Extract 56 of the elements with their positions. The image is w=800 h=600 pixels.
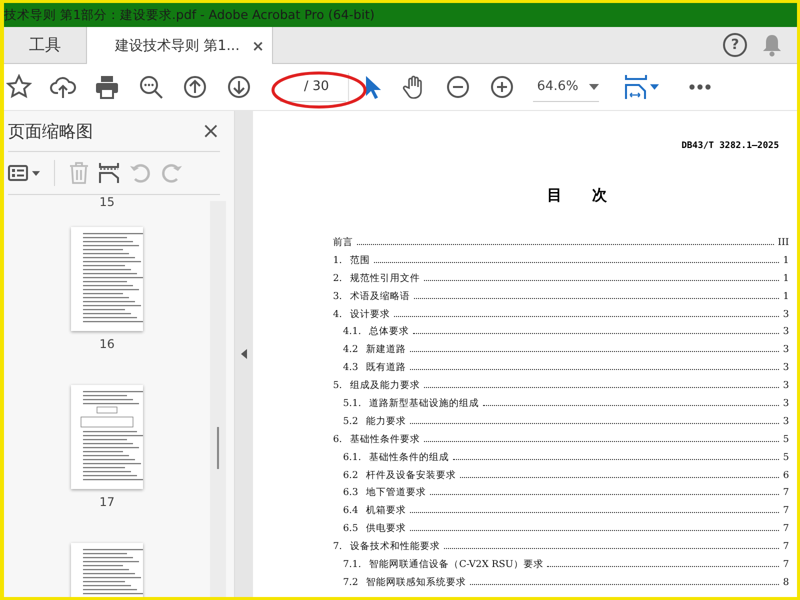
panel-title: 页面缩略图: [8, 120, 93, 142]
zoom-search-icon[interactable]: [138, 74, 164, 100]
toc-entry[interactable]: 1. 范围 1: [333, 254, 789, 272]
toc-entry[interactable]: 3. 术语及缩略语 1: [333, 290, 789, 308]
toc-entry[interactable]: 7. 设备技术和性能要求 7: [333, 540, 789, 558]
toc-entry[interactable]: 7.1. 智能网联通信设备（C-V2X RSU）要求 7: [333, 558, 789, 576]
collapse-arrow-icon: [241, 349, 247, 359]
zoom-dropdown[interactable]: 64.6%: [533, 72, 599, 102]
star-icon[interactable]: [6, 74, 32, 100]
toc-entry[interactable]: 6.4 机箱要求 7: [333, 504, 789, 522]
toc-entry[interactable]: 4. 设计要求 3: [333, 308, 789, 326]
zoom-out-icon[interactable]: [445, 74, 471, 100]
zoom-in-icon[interactable]: [489, 74, 515, 100]
toc-entry[interactable]: 前言 III: [333, 236, 789, 254]
page-label: 16: [99, 337, 115, 351]
document-title: 目 次: [547, 186, 607, 205]
options-menu-button[interactable]: [8, 165, 40, 181]
page-thumbnail[interactable]: [71, 385, 143, 489]
page-thumbnail[interactable]: [71, 227, 143, 331]
page-label: 15: [99, 195, 115, 209]
more-icon[interactable]: [689, 84, 711, 90]
pointer-icon[interactable]: [363, 74, 383, 100]
toc-entry[interactable]: 4.2 新建道路 3: [333, 343, 789, 362]
toc-entry[interactable]: 4.3 既有道路 3: [333, 361, 789, 380]
cloud-upload-icon[interactable]: [50, 74, 76, 100]
arrow-down-icon[interactable]: [226, 74, 252, 100]
toc-entry[interactable]: 2. 规范性引用文件 1: [333, 272, 789, 290]
tab[interactable]: 建设技术导则 第1... ×: [86, 27, 274, 64]
insert-page-icon[interactable]: [99, 162, 119, 184]
list-icon: [8, 165, 28, 181]
toc-entry[interactable]: 5.2 能力要求 3: [333, 414, 789, 433]
toc-entry[interactable]: 5.1. 道路新型基础设施的组成 3: [333, 397, 789, 415]
caret-icon: [32, 170, 40, 176]
print-icon[interactable]: [94, 74, 120, 100]
toc-entry[interactable]: 6.2 杆件及设备安装要求 6: [333, 468, 789, 486]
toc-entry[interactable]: 6. 基础性条件要求 5: [333, 432, 789, 451]
toc-entry[interactable]: 6.5 供电要求 7: [333, 522, 789, 540]
fit-page-icon: [625, 74, 647, 100]
window-title: 技术导则 第1部分：建设要求.pdf - Adobe Acrobat Pro (64-bit): [4, 6, 375, 24]
help-button[interactable]: ?: [723, 33, 747, 57]
caret-icon: [650, 84, 659, 90]
toc-entry[interactable]: 6.3 地下管道要求 7: [333, 486, 789, 504]
caret-icon: [589, 84, 599, 90]
close-tab-button[interactable]: ×: [252, 36, 264, 54]
tab[interactable]: 工具: [4, 27, 86, 63]
scrollbar[interactable]: [210, 201, 226, 597]
toc-entry[interactable]: 7.2 智能网联感知系统要求 8: [333, 576, 789, 594]
arrow-up-icon[interactable]: [182, 74, 208, 100]
toc-entry[interactable]: 4.1. 总体要求 3: [333, 325, 789, 344]
collapse-panel-handle[interactable]: [235, 111, 253, 597]
document-code: DB43/T 3282.1—2025: [681, 141, 779, 151]
close-panel-button[interactable]: ×: [202, 118, 220, 144]
fit-page-button[interactable]: [625, 74, 659, 100]
page-label: 17: [99, 495, 115, 509]
toc-entry[interactable]: 5. 组成及能力要求 3: [333, 379, 789, 398]
toc-entry[interactable]: 6.1. 基础性条件的组成 5: [333, 450, 789, 469]
